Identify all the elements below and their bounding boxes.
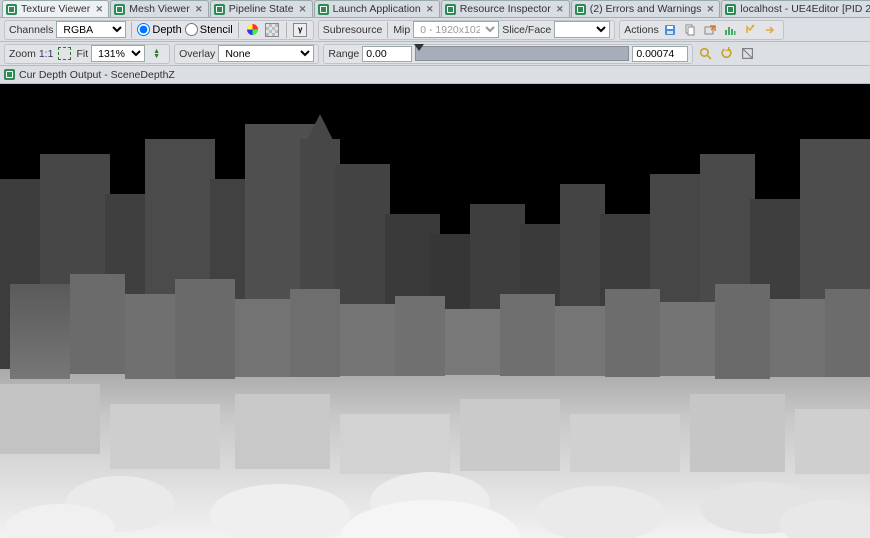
tab-resource-inspector[interactable]: Resource Inspector ✕	[441, 0, 570, 17]
stencil-radio-label: Stencil	[200, 24, 233, 36]
app-icon	[114, 4, 125, 15]
app-icon	[4, 69, 15, 80]
tab-localhost[interactable]: localhost - UE4Editor [PID 22876] ✕	[721, 0, 870, 17]
reset-range-icon[interactable]	[739, 45, 756, 62]
tab-errors-warnings[interactable]: (2) Errors and Warnings ✕	[571, 0, 721, 17]
actions-label: Actions	[624, 24, 658, 36]
tab-label: Pipeline State	[229, 3, 294, 15]
zoom-label: Zoom	[9, 48, 36, 60]
toolbar-channels-row: Channels RGBA Depth Stencil γ Subresourc…	[0, 18, 870, 42]
channels-select[interactable]: RGBA	[56, 21, 126, 38]
tab-label: Texture Viewer	[21, 3, 90, 15]
app-icon	[575, 4, 586, 15]
flip-y-icon[interactable]: ▲▼	[148, 45, 165, 62]
range-min-input[interactable]	[362, 46, 412, 62]
goto-icon[interactable]	[762, 21, 779, 38]
app-icon	[725, 4, 736, 15]
tab-label: Launch Application	[333, 3, 421, 15]
color-wheel-icon[interactable]	[244, 21, 261, 38]
channels-label: Channels	[9, 24, 53, 36]
overlay-select[interactable]: None	[218, 45, 314, 62]
zoom-range-icon[interactable]	[697, 45, 714, 62]
app-icon	[214, 4, 225, 15]
output-label-bar: Cur Depth Output - SceneDepthZ	[0, 66, 870, 84]
close-icon[interactable]: ✕	[705, 4, 715, 14]
depth-radio-input[interactable]	[137, 23, 150, 36]
histogram-icon[interactable]	[722, 21, 739, 38]
toolbar-zoom-row: Zoom 1:1 Fit 131% ▲▼ Overlay None Range	[0, 42, 870, 66]
depth-radio[interactable]: Depth	[137, 23, 181, 36]
stencil-radio[interactable]: Stencil	[185, 23, 233, 36]
zoom-select[interactable]: 131%	[91, 45, 145, 62]
app-icon	[318, 4, 329, 15]
mip-label: Mip	[393, 24, 410, 36]
separator	[131, 22, 132, 38]
stencil-radio-input[interactable]	[185, 23, 198, 36]
separator	[387, 22, 388, 38]
subresource-label: Subresource	[323, 24, 383, 36]
copy-icon[interactable]	[682, 21, 699, 38]
depth-radio-label: Depth	[152, 24, 181, 36]
app-icon	[6, 4, 17, 15]
tab-label: localhost - UE4Editor [PID 22876]	[740, 3, 870, 15]
tab-mesh-viewer[interactable]: Mesh Viewer ✕	[110, 0, 209, 17]
depth-render	[0, 84, 870, 538]
texture-viewport[interactable]	[0, 84, 870, 538]
range-slider[interactable]	[415, 46, 629, 61]
tab-label: Mesh Viewer	[129, 3, 190, 15]
sliceface-select[interactable]	[554, 21, 610, 38]
tab-texture-viewer[interactable]: Texture Viewer ✕	[2, 0, 109, 17]
fit-label: Fit	[76, 48, 88, 60]
close-icon[interactable]: ✕	[94, 4, 104, 14]
zoom-11-button[interactable]: 1:1	[39, 48, 54, 60]
mip-select[interactable]: 0 - 1920x1020	[413, 21, 499, 38]
zoom-group: Zoom 1:1 Fit 131% ▲▼	[4, 44, 170, 64]
gamma-toggle[interactable]: γ	[292, 21, 309, 38]
tab-label: (2) Errors and Warnings	[590, 3, 702, 15]
separator	[238, 22, 239, 38]
range-max-input[interactable]	[632, 46, 688, 62]
autofit-range-icon[interactable]	[718, 45, 735, 62]
tab-label: Resource Inspector	[460, 3, 551, 15]
separator	[286, 22, 287, 38]
tab-launch-application[interactable]: Launch Application ✕	[314, 0, 440, 17]
close-icon[interactable]: ✕	[555, 4, 565, 14]
actions-group: Actions	[619, 20, 783, 40]
overlay-group: Overlay None	[174, 44, 319, 64]
subresource-group: Subresource Mip 0 - 1920x1020 Slice/Face	[318, 20, 616, 40]
sliceface-label: Slice/Face	[502, 24, 551, 36]
checker-icon[interactable]	[264, 21, 281, 38]
range-label: Range	[328, 48, 359, 60]
overlay-label: Overlay	[179, 48, 215, 60]
app-icon	[445, 4, 456, 15]
range-group: Range	[323, 44, 693, 64]
close-icon[interactable]: ✕	[425, 4, 435, 14]
channels-group: Channels RGBA Depth Stencil γ	[4, 20, 314, 40]
tabstrip: Texture Viewer ✕ Mesh Viewer ✕ Pipeline …	[0, 0, 870, 18]
save-icon[interactable]	[662, 21, 679, 38]
close-icon[interactable]: ✕	[298, 4, 308, 14]
range-thumb[interactable]	[414, 44, 424, 51]
pixel-history-icon[interactable]	[742, 21, 759, 38]
tab-pipeline-state[interactable]: Pipeline State ✕	[210, 0, 313, 17]
close-icon[interactable]: ✕	[194, 4, 204, 14]
open-new-icon[interactable]	[702, 21, 719, 38]
current-output-label: Cur Depth Output - SceneDepthZ	[19, 69, 175, 81]
fit-icon[interactable]	[56, 45, 73, 62]
